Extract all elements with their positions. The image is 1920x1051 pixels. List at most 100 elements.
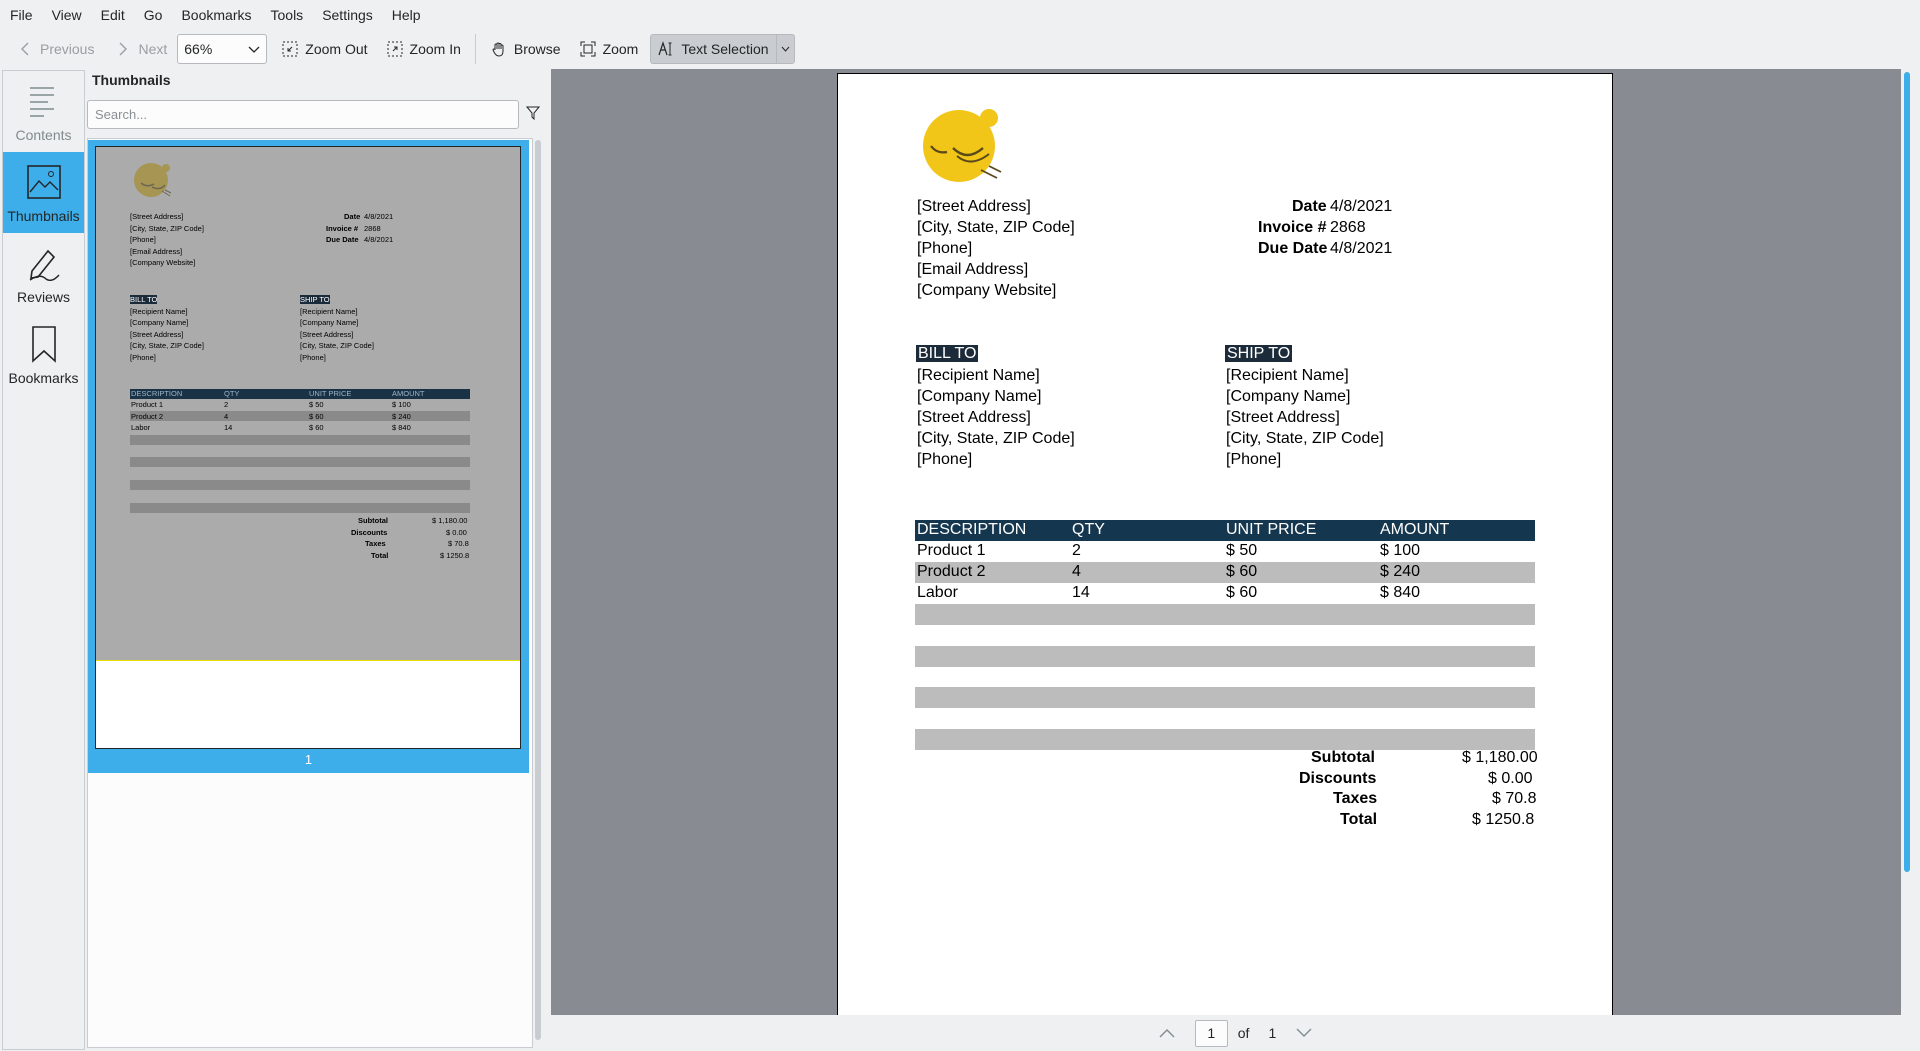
thumb-cell: Product 1 [131, 400, 164, 409]
bookmarks-icon [24, 324, 64, 364]
filter-icon[interactable] [525, 106, 541, 123]
thumb-bill-line: [Recipient Name] [130, 307, 188, 316]
column-header-qty: QTY [1072, 521, 1105, 538]
thumb-bill-to: BILL TO [130, 295, 158, 304]
next-button[interactable]: Next [108, 34, 173, 64]
thumb-due-label: Due Date [326, 235, 359, 244]
thumbnail-search-input[interactable]: Search... [87, 100, 519, 129]
sidebar-tab-contents[interactable]: Contents [3, 71, 84, 152]
sidebar-tab-label: Bookmarks [8, 369, 79, 386]
item-qty: 14 [1072, 584, 1090, 601]
sidebar-tab-bookmarks[interactable]: Bookmarks [3, 314, 84, 395]
thumb-bill-line: [Street Address] [130, 330, 184, 339]
ship-to-line: [Company Name] [1226, 388, 1351, 405]
thumbnail-page-1[interactable]: [Street Address] [City, State, ZIP Code]… [88, 140, 529, 773]
chevron-up-icon[interactable] [1159, 1028, 1175, 1038]
zoom-tool-label: Zoom [602, 41, 639, 57]
page-of-label: of [1237, 1025, 1250, 1041]
company-address-line: [City, State, ZIP Code] [917, 219, 1075, 236]
previous-button[interactable]: Previous [10, 34, 100, 64]
thumb-grey-row [130, 503, 470, 513]
menu-go[interactable]: Go [144, 7, 163, 23]
thumb-address-line: [Street Address] [130, 212, 184, 221]
zoom-in-icon [386, 40, 404, 58]
document-scrollbar[interactable] [1904, 72, 1910, 872]
document-page: [Street Address] [City, State, ZIP Code]… [837, 73, 1613, 1015]
item-unit-price: $ 50 [1226, 542, 1258, 559]
date-value: 4/8/2021 [1330, 198, 1393, 215]
due-date-value: 4/8/2021 [1330, 240, 1393, 257]
zoom-out-label: Zoom Out [305, 41, 368, 57]
text-selection-button[interactable]: Text Selection [650, 34, 796, 64]
browse-label: Browse [513, 41, 561, 57]
thumb-date-value: 4/8/2021 [364, 212, 394, 221]
menu-edit[interactable]: Edit [101, 7, 125, 23]
menu-tools[interactable]: Tools [271, 7, 304, 23]
menu-bookmarks[interactable]: Bookmarks [181, 7, 251, 23]
menu-file[interactable]: File [10, 7, 33, 23]
column-header-unit-price: UNIT PRICE [1226, 521, 1317, 538]
sidebar-tab-label: Thumbnails [7, 207, 80, 224]
sidebar-tab-reviews[interactable]: Reviews [3, 233, 84, 314]
current-page-input[interactable]: 1 [1194, 1019, 1228, 1047]
total-label: Total [1340, 811, 1378, 828]
contents-icon [24, 81, 64, 121]
bill-to-heading: BILL TO [916, 345, 979, 363]
thumb-due-value: 4/8/2021 [364, 235, 394, 244]
thumb-invoice-label: Invoice # [326, 224, 359, 233]
sidebar-tab-thumbnails[interactable]: Thumbnails [3, 152, 84, 233]
total-pages: 1 [1268, 1025, 1277, 1041]
text-selection-icon [657, 40, 675, 58]
zoom-tool-button[interactable]: Zoom [573, 34, 645, 64]
thumb-total-label: Total [371, 551, 389, 560]
company-logo [923, 109, 1002, 182]
zoom-level-select[interactable]: 66% [177, 34, 268, 64]
chevron-down-icon[interactable] [776, 35, 794, 63]
toolbar-separator [474, 34, 476, 64]
thumb-cell: $ 240 [392, 412, 411, 421]
table-row-shaded [915, 729, 1535, 750]
table-row-shaded [915, 562, 1535, 583]
subtotal-value: $ 1,180.00 [1462, 749, 1538, 766]
bill-to-line: [Company Name] [917, 388, 1042, 405]
company-address-line: [Company Website] [917, 282, 1057, 299]
table-row-shaded [915, 604, 1535, 625]
thumb-cell: $ 100 [392, 400, 411, 409]
menu-settings[interactable]: Settings [322, 7, 373, 23]
thumb-ship-line: [Company Name] [300, 318, 359, 327]
zoom-in-button[interactable]: Zoom In [380, 34, 467, 64]
thumb-bill-line: [Company Name] [130, 318, 189, 327]
thumb-grey-row [130, 435, 470, 445]
item-amount: $ 840 [1380, 584, 1421, 601]
zoom-out-button[interactable]: Zoom Out [275, 34, 373, 64]
bill-to-line: [City, State, ZIP Code] [917, 430, 1075, 447]
thumb-ship-line: [Street Address] [300, 330, 354, 339]
thumbnail-preview: [Street Address] [City, State, ZIP Code]… [95, 146, 521, 749]
table-row-shaded [915, 687, 1535, 708]
thumb-total-value: $ 1250.8 [440, 551, 470, 560]
invoice-number-label: Invoice # [1258, 219, 1327, 236]
page-navigation-bar: 1 of 1 [551, 1015, 1920, 1051]
thumb-col-header: DESCRIPTION [131, 389, 183, 398]
document-viewer[interactable]: [Street Address] [City, State, ZIP Code]… [551, 69, 1901, 1015]
sidebar-tab-label: Contents [15, 126, 72, 143]
thumb-discounts-value: $ 0.00 [446, 528, 467, 537]
thumb-col-header: UNIT PRICE [309, 389, 352, 398]
menu-view[interactable]: View [52, 7, 82, 23]
column-header-description: DESCRIPTION [917, 521, 1027, 538]
thumb-address-line: [Phone] [130, 235, 156, 244]
menu-bar: File View Edit Go Bookmarks Tools Settin… [0, 0, 1920, 30]
thumb-subtotal-label: Subtotal [358, 516, 388, 525]
text-selection-label: Text Selection [681, 41, 769, 57]
chevron-down-icon [248, 41, 260, 57]
browse-button[interactable]: Browse [484, 34, 567, 64]
chevron-down-icon[interactable] [1296, 1028, 1312, 1038]
chevron-left-icon [16, 40, 34, 58]
menu-help[interactable]: Help [392, 7, 421, 23]
thumbnail-scrollbar[interactable] [535, 140, 541, 1040]
chevron-right-icon [114, 40, 132, 58]
ship-to-heading: SHIP TO [1225, 345, 1293, 363]
previous-label: Previous [40, 41, 95, 57]
bill-to-text: BILL TO [916, 345, 979, 362]
date-label: Date [1292, 198, 1327, 215]
